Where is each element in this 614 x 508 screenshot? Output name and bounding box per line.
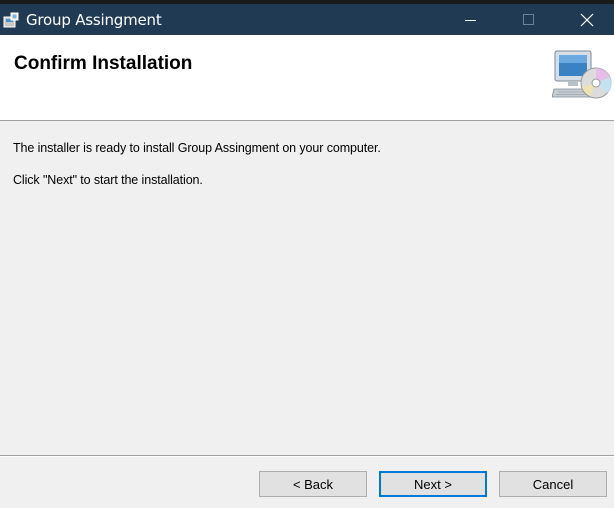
install-ready-message: The installer is ready to install Group … [13,141,381,155]
maximize-button[interactable] [500,4,558,35]
minimize-icon [465,19,476,21]
header-banner: Confirm Installation [0,35,614,121]
title-bar[interactable]: Group Assingment [0,4,614,35]
maximize-icon [523,13,534,25]
window-title: Group Assingment [26,11,162,29]
close-button[interactable] [558,4,614,35]
cancel-button[interactable]: Cancel [499,471,607,497]
installer-package-icon [3,12,19,28]
close-icon [580,13,594,26]
minimize-button[interactable] [442,4,500,35]
computer-cd-icon [552,50,612,99]
instruction-message: Click "Next" to start the installation. [13,173,203,187]
footer-divider [0,455,614,457]
back-button[interactable]: < Back [259,471,367,497]
next-button[interactable]: Next > [379,471,487,497]
page-title: Confirm Installation [14,53,193,74]
